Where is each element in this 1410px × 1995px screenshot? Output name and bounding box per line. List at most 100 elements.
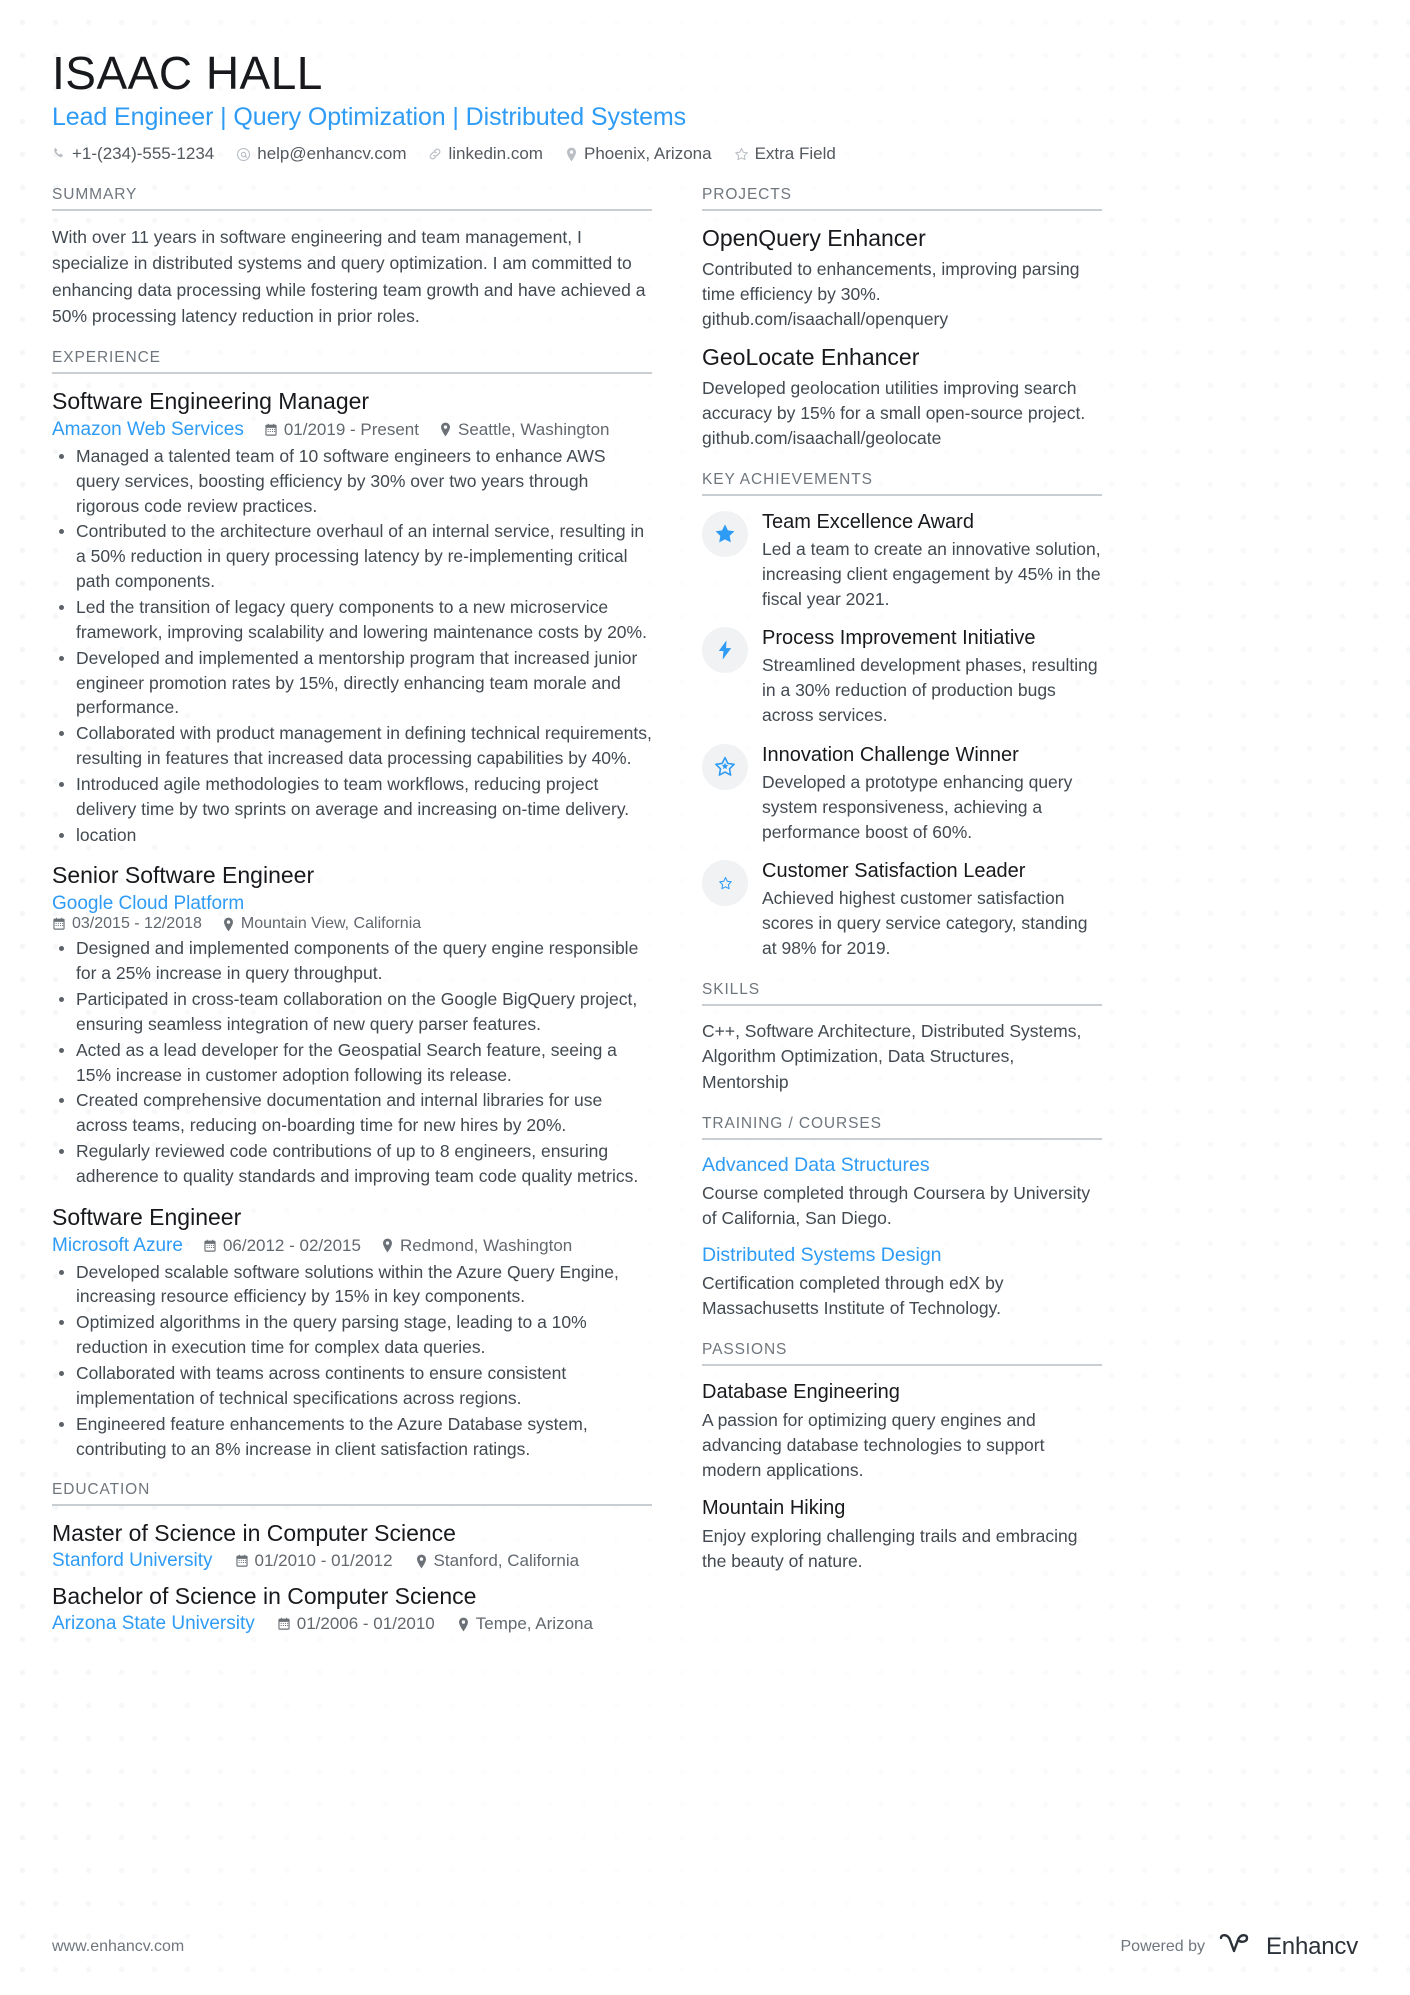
job-bullet-list: Managed a talented team of 10 software e… <box>52 444 652 848</box>
star-outline-icon <box>702 860 748 907</box>
link-icon <box>428 147 442 161</box>
education-school[interactable]: Arizona State University <box>52 1613 255 1635</box>
contact-item-label: help@enhancv.com <box>257 144 407 164</box>
passion-description: A passion for optimizing query engines a… <box>702 1410 1045 1480</box>
education-school[interactable]: Stanford University <box>52 1550 213 1572</box>
section-training: TRAINING / COURSES Advanced Data Structu… <box>702 1115 1102 1321</box>
summary-section-title: SUMMARY <box>52 186 652 212</box>
contact-item-label: +1-(234)-555-1234 <box>72 144 215 164</box>
achievement-body: Process Improvement Initiative Streamline… <box>762 625 1102 728</box>
location-pin-icon <box>415 1554 428 1569</box>
calendar-icon <box>203 1239 217 1253</box>
passion-name: Database Engineering <box>702 1381 900 1404</box>
contact-item-2[interactable]: help@enhancv.com <box>236 144 406 164</box>
job-location-label: Mountain View, California <box>240 915 422 933</box>
job-bullet: Introduced agile methodologies to team w… <box>52 772 652 822</box>
job-bullet: Developed scalable software solutions wi… <box>52 1260 652 1310</box>
achievement-description: Led a team to create an innovative solut… <box>762 538 1101 609</box>
achievement-title: Customer Satisfaction Leader <box>762 860 1026 883</box>
calendar-icon <box>52 917 66 931</box>
job-company[interactable]: Amazon Web Services <box>52 419 244 441</box>
job-bullet: Optimized algorithms in the query parsin… <box>52 1310 652 1360</box>
project-description: Contributed to enhancements, improving p… <box>702 258 1080 329</box>
section-key-achievements: KEY ACHIEVEMENTS Team Excellence Award Le… <box>702 471 1102 961</box>
left-column: SUMMARY With over 11 years in software e… <box>52 186 652 1655</box>
achievement-entry: Innovation Challenge Winner Developed a p… <box>702 742 1102 845</box>
education-location: Tempe, Arizona <box>457 1614 593 1634</box>
job-dates: 06/2012 - 02/2015 <box>203 1236 361 1256</box>
training-entry: Distributed Systems Design Certification … <box>702 1243 1102 1321</box>
job-location: Redmond, Washington <box>381 1236 572 1256</box>
job-title: Software Engineer <box>52 1203 242 1230</box>
experience-entry: Software Engineer Microsoft Azure 06/2012 … <box>52 1203 652 1462</box>
education-dates: 01/2006 - 01/2010 <box>277 1614 435 1634</box>
contact-item-1[interactable]: +1-(234)-555-1234 <box>52 144 214 164</box>
passion-entry: Mountain Hiking Enjoy exploring challengi… <box>702 1495 1102 1574</box>
training-entry: Advanced Data Structures Course completed… <box>702 1153 1102 1231</box>
location-pin-icon <box>222 917 235 932</box>
section-passions: PASSIONS Database Engineering A passion f… <box>702 1341 1102 1573</box>
section-projects: PROJECTS OpenQuery Enhancer Contributed t… <box>702 186 1102 451</box>
achievement-entry: Process Improvement Initiative Streamline… <box>702 625 1102 728</box>
education-dates-label: 01/2010 - 01/2012 <box>254 1551 393 1571</box>
education-entry: Master of Science in Computer Science Sta… <box>52 1519 652 1572</box>
job-company[interactable]: Google Cloud Platform <box>52 893 652 915</box>
location-pin-icon <box>439 422 452 437</box>
projects-list: OpenQuery Enhancer Contributed to enhance… <box>702 224 1102 451</box>
footer-brand-group: Powered by Enhancv <box>1121 1932 1359 1961</box>
job-location-label: Seattle, Washington <box>458 419 610 439</box>
education-entry: Bachelor of Science in Computer Science A… <box>52 1582 652 1635</box>
achievement-title: Team Excellence Award <box>762 510 974 533</box>
job-company[interactable]: Microsoft Azure <box>52 1235 183 1257</box>
achievement-body: Innovation Challenge Winner Developed a p… <box>762 742 1102 845</box>
job-bullet: Managed a talented team of 10 software e… <box>52 444 652 519</box>
job-bullet: Engineered feature enhancements to the A… <box>52 1412 652 1462</box>
skills-text: C++, Software Architecture, Distributed … <box>702 1020 1082 1092</box>
job-location: Mountain View, California <box>222 915 421 933</box>
achievement-body: Customer Satisfaction Leader Achieved hig… <box>762 858 1102 961</box>
job-meta: Amazon Web Services 01/2019 - Present Seat… <box>52 419 652 441</box>
achievement-description: Achieved highest customer satisfaction s… <box>762 888 1088 959</box>
training-name[interactable]: Advanced Data Structures <box>702 1153 1102 1178</box>
contact-item-label: linkedin.com <box>448 144 543 164</box>
enhancv-mark-icon <box>1217 1932 1257 1961</box>
education-dates: 01/2010 - 01/2012 <box>235 1551 393 1571</box>
right-column: PROJECTS OpenQuery Enhancer Contributed t… <box>702 186 1102 1593</box>
email-icon <box>236 147 251 162</box>
job-bullet: Developed and implemented a mentorship p… <box>52 646 652 721</box>
experience-entry: Senior Software Engineer Google Cloud Pla… <box>52 861 652 1188</box>
contact-item-3[interactable]: linkedin.com <box>428 144 543 164</box>
job-location-label: Redmond, Washington <box>399 1235 573 1255</box>
education-location-label: Stanford, California <box>433 1551 580 1571</box>
projects-section-title: PROJECTS <box>702 186 1102 212</box>
job-dates-label: 03/2015 - 12/2018 <box>72 915 202 933</box>
job-bullet: Collaborated with teams across continent… <box>52 1361 652 1411</box>
job-meta: 03/2015 - 12/2018 Mountain View, Californ… <box>52 915 652 933</box>
experience-entry: Software Engineering Manager Amazon Web S… <box>52 387 652 847</box>
star-badge-icon <box>702 743 748 790</box>
training-section-title: TRAINING / COURSES <box>702 1115 1102 1141</box>
star-filled-icon <box>702 510 748 557</box>
training-description: Course completed through Coursera by Uni… <box>702 1183 1091 1229</box>
job-title: Senior Software Engineer <box>52 862 315 889</box>
project-entry: GeoLocate Enhancer Developed geolocation … <box>702 343 1102 450</box>
section-skills: SKILLS C++, Software Architecture, Distr… <box>702 981 1102 1095</box>
calendar-icon <box>277 1617 291 1631</box>
page-footer: www.enhancv.com Powered by Enhancv <box>52 1932 1358 1961</box>
contact-item-4[interactable]: Phoenix, Arizona <box>565 144 712 164</box>
training-description: Certification completed through edX by M… <box>702 1273 1004 1319</box>
education-section-title: EDUCATION <box>52 1481 652 1507</box>
section-experience: EXPERIENCE Software Engineering Manager A… <box>52 349 652 1461</box>
education-meta: Arizona State University 01/2006 - 01/201… <box>52 1613 652 1635</box>
location-pin-icon <box>381 1238 394 1253</box>
education-list: Master of Science in Computer Science Sta… <box>52 1519 652 1635</box>
achievement-body: Team Excellence Award Led a team to creat… <box>762 509 1102 612</box>
footer-url[interactable]: www.enhancv.com <box>52 1938 184 1956</box>
experience-list: Software Engineering Manager Amazon Web S… <box>52 387 652 1461</box>
achievements-section-title: KEY ACHIEVEMENTS <box>702 471 1102 496</box>
training-name[interactable]: Distributed Systems Design <box>702 1243 1102 1268</box>
contact-item-5[interactable]: Extra Field <box>734 144 836 164</box>
project-name: GeoLocate Enhancer <box>702 344 920 371</box>
passion-description: Enjoy exploring challenging trails and e… <box>702 1525 1078 1571</box>
contact-row: +1-(234)-555-1234 help@enhancv.com linkedi… <box>52 144 1358 164</box>
